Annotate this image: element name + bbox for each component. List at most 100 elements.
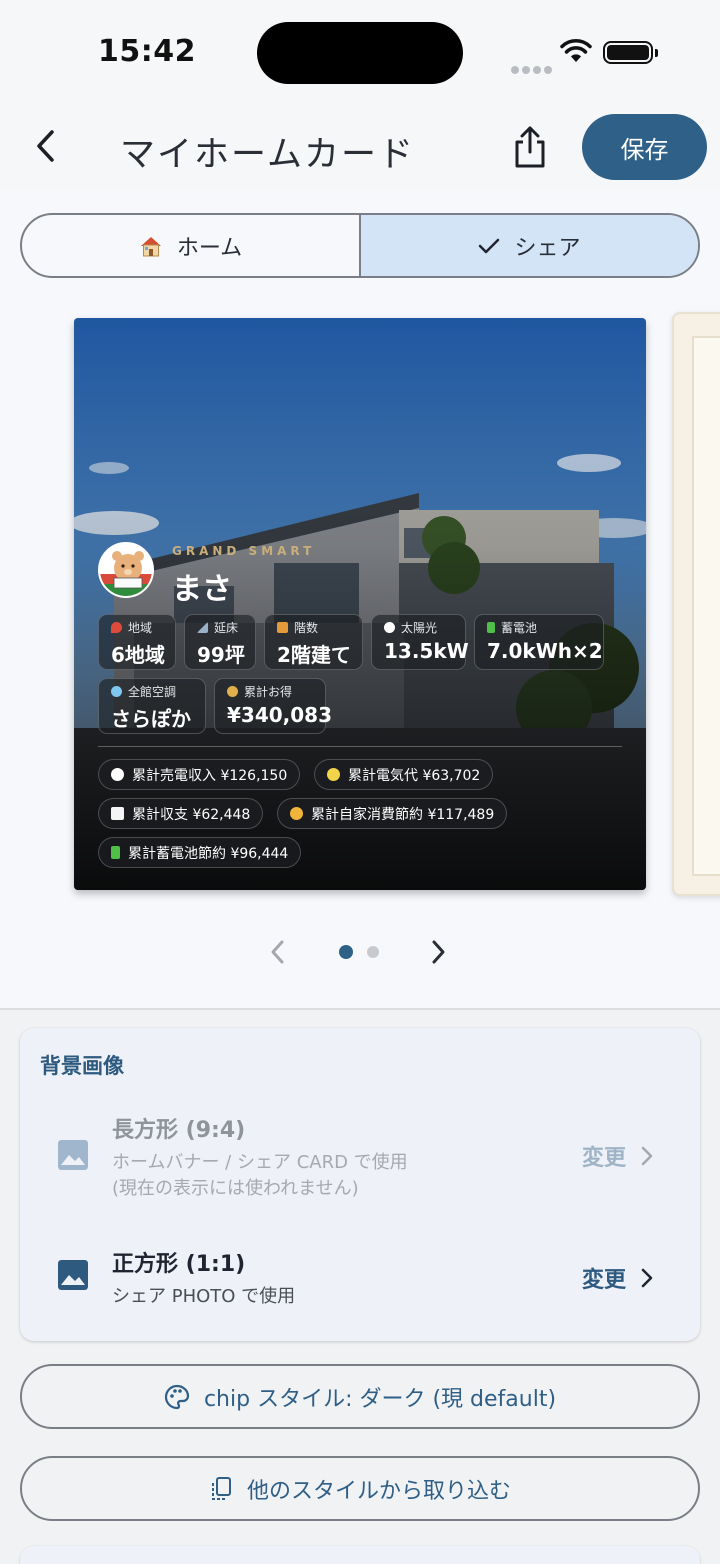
battery-icon [111,846,120,859]
pill-sales-income: 累計売電収入 ¥126,150 [98,759,301,790]
change-button-square[interactable]: 変更 [582,1262,654,1294]
pill-balance: 累計収支 ¥62,448 [98,798,264,829]
status-time: 15:42 [98,34,196,69]
page-title: マイホームカード [120,135,415,175]
chevron-right-icon [641,1146,653,1166]
pill-electricity-cost-text: 累計電気代 ¥63,702 [348,767,481,784]
brand-label: GRAND SMART [172,544,316,558]
pill-battery-savings-text: 累計蓄電池節約 ¥96,444 [128,845,289,862]
bulb-icon [327,768,340,781]
stat-battery: 蓄電池 7.0kWh×2 [474,614,604,670]
stat-region-value: 6地域 [111,643,165,667]
chevron-left-icon [37,130,54,162]
image-icon [58,1140,88,1170]
stat-floors-label: 階数 [294,621,319,635]
battery-icon [487,622,495,633]
stat-total-savings-value: ¥340,083 [227,703,333,727]
pin-icon [111,622,122,633]
stat-total-savings-label: 累計お得 [244,685,293,699]
stat-floors-value: 2階建て [277,643,351,667]
smile-icon [290,807,303,820]
stat-battery-label: 蓄電池 [501,621,538,635]
money-bag-icon [227,686,238,697]
stat-region-label: 地域 [128,621,153,635]
stat-floor-area-value: 99坪 [197,643,245,667]
house-emoji-icon [140,236,161,256]
change-button-rectangle[interactable]: 変更 [582,1140,654,1172]
cellular-signal-icon [511,59,555,78]
chevron-right-icon [432,940,445,964]
card-pager [0,932,720,972]
share-button[interactable] [508,124,552,172]
share-card[interactable]: GRAND SMART まさ 地域 6地域 延床 99坪 階数 2階建て 太陽光… [74,318,646,890]
image-icon [58,1260,88,1290]
view-segmented-control: ホーム シェア [20,213,700,278]
chip-style-button[interactable]: chip スタイル: ダーク (現 default) [20,1364,700,1429]
segment-share-label: シェア [514,235,581,261]
image-option-rectangle-note: (現在の表示には使われません) [112,1178,359,1199]
stat-air-conditioning: 全館空調 さらぽか [98,678,206,734]
house-icon [277,622,288,633]
share-icon [515,126,545,168]
pill-sales-income-text: 累計売電収入 ¥126,150 [132,767,288,784]
ruler-icon [197,622,208,633]
save-button[interactable]: 保存 [582,114,707,180]
stat-solar: 太陽光 13.5kW [371,614,469,670]
page-dot-1[interactable] [339,945,353,959]
user-name: まさ [172,572,232,607]
stat-floor-area-label: 延床 [214,621,239,635]
change-label: 変更 [582,1146,627,1171]
import-style-button[interactable]: 他のスタイルから取り込む [20,1456,700,1521]
stat-total-savings: 累計お得 ¥340,083 [214,678,333,734]
pill-battery-savings: 累計蓄電池節約 ¥96,444 [98,837,302,868]
card-divider [98,746,622,747]
prev-page-button[interactable] [266,936,290,972]
chevron-left-icon [271,940,284,964]
stat-region: 地域 6地域 [98,614,176,670]
stat-floor-area: 延床 99坪 [184,614,256,670]
battery-icon [603,41,658,64]
palette-icon [164,1384,190,1409]
wifi-icon [560,39,592,62]
image-option-square-title: 正方形 (1:1) [112,1252,246,1277]
stat-solar-label: 太陽光 [401,621,438,635]
image-option-rectangle[interactable]: 長方形 (9:4) ホームバナー / シェア CARD で使用 (現在の表示には… [20,1112,700,1222]
avatar [98,542,154,598]
check-icon [479,238,500,253]
stat-air-conditioning-value: さらぽか [111,707,191,731]
next-page-button[interactable] [426,936,450,972]
chevron-right-icon [641,1268,653,1288]
pill-balance-text: 累計収支 ¥62,448 [132,806,251,823]
change-label: 変更 [582,1268,627,1293]
stat-floors: 階数 2階建て [264,614,363,670]
next-card-preview[interactable] [672,312,720,896]
image-option-rectangle-subtitle: ホームバナー / シェア CARD で使用 [112,1152,408,1173]
image-option-square[interactable]: 正方形 (1:1) シェア PHOTO で使用 変更 [20,1246,700,1356]
sun-icon [111,768,124,781]
copy-icon [211,1476,231,1500]
import-style-label: 他のスタイルから取り込む [246,1478,511,1504]
status-bar: 15:42 [0,0,720,100]
pill-self-consumption: 累計自家消費節約 ¥117,489 [277,798,508,829]
pill-electricity-cost: 累計電気代 ¥63,702 [314,759,494,790]
background-image-heading: 背景画像 [40,1054,124,1078]
app-bar: マイホームカード 保存 [0,100,720,190]
segment-share[interactable]: シェア [359,215,698,276]
page-dot-2[interactable] [367,946,379,958]
chart-icon [111,807,124,820]
background-image-card: 背景画像 長方形 (9:4) ホームバナー / シェア CARD で使用 (現在… [20,1028,700,1341]
segment-home-label: ホーム [176,235,243,261]
image-option-square-subtitle: シェア PHOTO で使用 [112,1286,296,1307]
stat-solar-value: 13.5kW [384,639,469,663]
next-settings-card [20,1546,700,1564]
pill-self-consumption-text: 累計自家消費節約 ¥117,489 [311,806,495,823]
dynamic-island [257,22,463,84]
chip-style-label: chip スタイル: ダーク (現 default) [203,1386,557,1412]
stat-battery-value: 7.0kWh×2 [487,639,603,663]
back-button[interactable] [24,124,68,168]
snowflake-icon [111,686,122,697]
segment-home[interactable]: ホーム [22,215,359,276]
image-option-rectangle-title: 長方形 (9:4) [112,1118,246,1143]
stat-air-conditioning-label: 全館空調 [128,685,177,699]
sun-icon [384,622,395,633]
